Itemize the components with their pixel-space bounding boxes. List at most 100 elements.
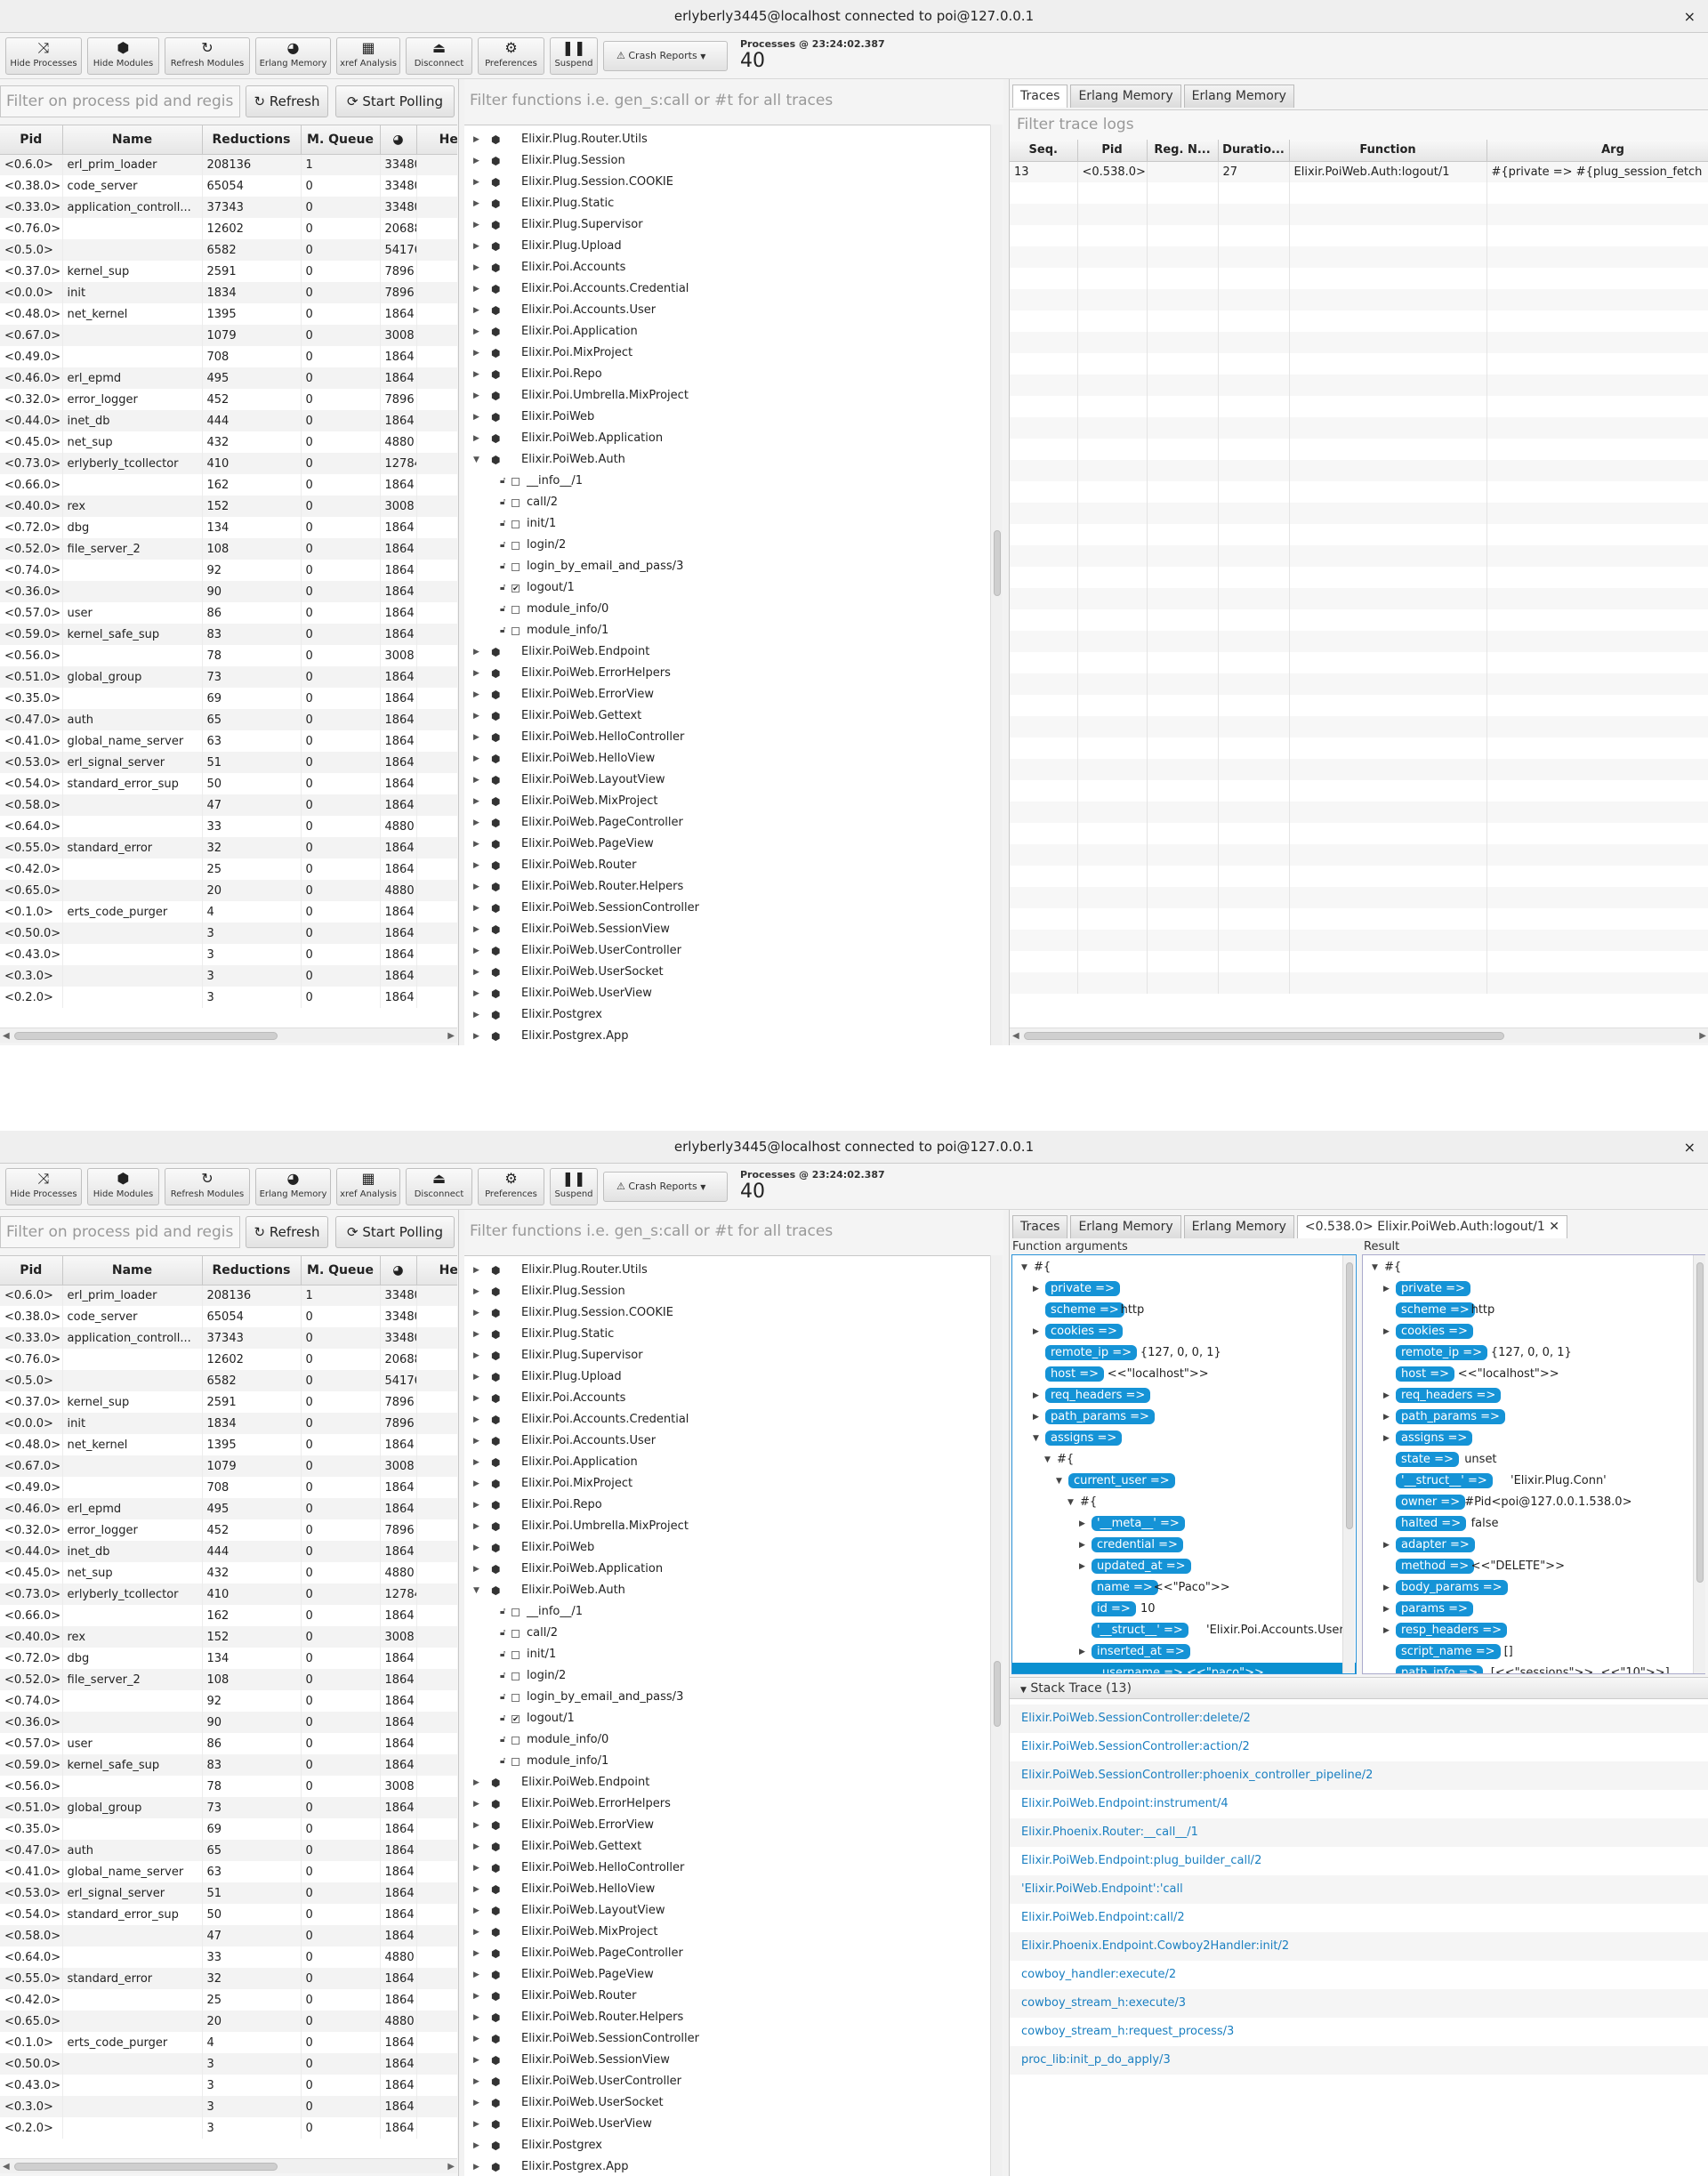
chevron-right-icon[interactable]: ▶ bbox=[473, 1922, 479, 1943]
chevron-right-icon[interactable]: ▶ bbox=[473, 1559, 479, 1580]
tree-module-item[interactable]: ▶ ⬢ Elixir.Poi.Accounts.User bbox=[464, 300, 1002, 321]
table-row[interactable]: <0.56.0> 78 0 3008 bbox=[0, 1776, 457, 1797]
table-row[interactable]: <0.55.0> standard_error 32 0 1864 bbox=[0, 1968, 457, 1989]
chevron-right-icon[interactable]: ▶ bbox=[473, 748, 479, 770]
chevron-right-icon[interactable]: ▶ bbox=[473, 876, 479, 898]
table-row[interactable]: <0.37.0> kernel_sup 2591 0 7896 bbox=[0, 261, 457, 282]
chevron-right-icon[interactable]: ▶ bbox=[473, 1815, 479, 1836]
table-row[interactable]: <0.66.0> 162 0 1864 bbox=[0, 1605, 457, 1626]
table-row[interactable]: <0.43.0> 3 0 1864 bbox=[0, 944, 457, 965]
stack-trace-link[interactable]: cowboy_stream_h:request_process/3 bbox=[1010, 2018, 1708, 2046]
chevron-down-icon[interactable]: ▼ bbox=[1372, 1257, 1378, 1278]
chevron-right-icon[interactable]: ▶ bbox=[473, 2071, 479, 2092]
trace-checkbox[interactable] bbox=[512, 1608, 520, 1616]
tree-module-item[interactable]: ▶ ⬢ Elixir.Postgrex bbox=[464, 2135, 1002, 2156]
table-row[interactable]: <0.1.0> erts_code_purger 4 0 1864 bbox=[0, 901, 457, 923]
chevron-down-icon[interactable]: ▼ bbox=[1033, 1428, 1039, 1449]
chevron-right-icon[interactable]: ▶ bbox=[473, 1772, 479, 1793]
column-header[interactable]: Heap bbox=[416, 125, 457, 155]
tree-module-item[interactable]: ▶ ⬢ Elixir.PoiWeb.PageView bbox=[464, 834, 1002, 855]
chevron-right-icon[interactable]: ▶ bbox=[473, 2092, 479, 2114]
tree-module-item[interactable]: ▶ ⬢ Elixir.PoiWeb.MixProject bbox=[464, 1922, 1002, 1943]
trace-checkbox[interactable] bbox=[512, 1651, 520, 1659]
chevron-right-icon[interactable]: ▶ bbox=[473, 2007, 479, 2028]
tree-node[interactable]: ▼ #{ bbox=[1012, 1449, 1356, 1471]
table-row[interactable]: <0.32.0> error_logger 452 0 7896 bbox=[0, 1519, 457, 1541]
horizontal-scrollbar[interactable]: ◀ ▶ bbox=[1010, 1028, 1708, 1043]
close-icon[interactable]: × bbox=[1684, 1131, 1696, 1164]
column-header[interactable]: Reductions bbox=[202, 1256, 302, 1285]
chevron-right-icon[interactable]: ▶ bbox=[473, 1026, 479, 1045]
tree-module-item[interactable]: ▶ ⬢ Elixir.PoiWeb.HelloView bbox=[464, 1879, 1002, 1900]
toolbar-button-erlang-memory[interactable]: ◕ Erlang Memory bbox=[255, 1168, 331, 1205]
chevron-right-icon[interactable]: ▶ bbox=[473, 641, 479, 663]
tree-module-item[interactable]: ▶ ⬢ Elixir.PoiWeb.UserSocket bbox=[464, 962, 1002, 983]
column-header[interactable]: M. Queue bbox=[301, 1256, 381, 1285]
tab-2[interactable]: Erlang Memory bbox=[1183, 1215, 1294, 1238]
table-row[interactable]: <0.52.0> file_server_2 108 0 1864 bbox=[0, 538, 457, 560]
chevron-right-icon[interactable]: ▶ bbox=[1383, 1321, 1390, 1342]
tree-node[interactable]: ▶ adapter => bbox=[1363, 1535, 1704, 1556]
tree-module-item[interactable]: ▶ ⬢ Elixir.PoiWeb bbox=[464, 1537, 1002, 1559]
column-header[interactable]: Reg. N... bbox=[1147, 140, 1219, 162]
table-row[interactable]: <0.0.0> init 1834 0 7896 bbox=[0, 1413, 457, 1434]
chevron-right-icon[interactable]: ▶ bbox=[473, 1324, 479, 1345]
chevron-right-icon[interactable]: ▶ bbox=[473, 150, 479, 172]
table-row[interactable]: <0.43.0> 3 0 1864 bbox=[0, 2075, 457, 2096]
tree-module-item[interactable]: ▶ ⬢ Elixir.PoiWeb.UserController bbox=[464, 940, 1002, 962]
chevron-right-icon[interactable]: ▶ bbox=[473, 855, 479, 876]
table-row[interactable]: <0.49.0> 708 0 1864 bbox=[0, 1477, 457, 1498]
table-row[interactable]: <0.0.0> init 1834 0 7896 bbox=[0, 282, 457, 303]
tree-function-item[interactable]: 🔓︎ module_info/0 bbox=[464, 1729, 1002, 1751]
table-row[interactable]: <0.52.0> file_server_2 108 0 1864 bbox=[0, 1669, 457, 1690]
table-row[interactable]: <0.40.0> rex 152 0 3008 bbox=[0, 496, 457, 517]
chevron-right-icon[interactable]: ▶ bbox=[1079, 1513, 1085, 1535]
table-row[interactable]: <0.2.0> 3 0 1864 bbox=[0, 2117, 457, 2139]
tree-function-item[interactable]: 🔓︎ login/2 bbox=[464, 1665, 1002, 1687]
stack-trace-link[interactable]: Elixir.PoiWeb.SessionController:phoenix_… bbox=[1010, 1761, 1708, 1790]
column-header[interactable]: Pid bbox=[0, 1256, 63, 1285]
tree-module-item[interactable]: ▶ ⬢ Elixir.PoiWeb.HelloController bbox=[464, 1858, 1002, 1879]
tree-function-item[interactable]: 🔓︎ login_by_email_and_pass/3 bbox=[464, 1687, 1002, 1708]
tree-module-item[interactable]: ▶ ⬢ Elixir.Plug.Static bbox=[464, 1324, 1002, 1345]
tree-module-item[interactable]: ▶ ⬢ Elixir.Plug.Router.Utils bbox=[464, 129, 1002, 150]
tab-1[interactable]: Erlang Memory bbox=[1070, 85, 1181, 108]
table-row[interactable]: <0.76.0> 12602020688 bbox=[0, 218, 457, 239]
table-row[interactable]: <0.45.0> net_sup 432 0 4880 bbox=[0, 1562, 457, 1584]
chevron-right-icon[interactable]: ▶ bbox=[1383, 1428, 1390, 1449]
column-header[interactable]: Reductions bbox=[202, 125, 302, 155]
function-filter-input[interactable]: Filter functions i.e. gen_s:call or #t f… bbox=[464, 1216, 1003, 1248]
tree-module-item[interactable]: ▶ ⬢ Elixir.PoiWeb.Router.Helpers bbox=[464, 2007, 1002, 2028]
chevron-right-icon[interactable]: ▶ bbox=[473, 962, 479, 983]
tree-node[interactable]: '__struct__' => 'Elixir.Plug.Conn' bbox=[1363, 1471, 1704, 1492]
tree-node[interactable]: ▼ current_user => bbox=[1012, 1471, 1356, 1492]
chevron-right-icon[interactable]: ▶ bbox=[473, 663, 479, 684]
chevron-right-icon[interactable]: ▶ bbox=[473, 727, 479, 748]
tab-2[interactable]: Erlang Memory bbox=[1183, 85, 1294, 108]
tree-function-item[interactable]: 🔓︎ __info__/1 bbox=[464, 471, 1002, 492]
tree-module-item[interactable]: ▶ ⬢ Elixir.Plug.Session.COOKIE bbox=[464, 172, 1002, 193]
tree-module-item[interactable]: ▶ ⬢ Elixir.PoiWeb.ErrorView bbox=[464, 1815, 1002, 1836]
chevron-right-icon[interactable]: ▶ bbox=[473, 940, 479, 962]
trace-filter-input[interactable]: Filter trace logs bbox=[1010, 109, 1708, 140]
process-filter-input[interactable]: Filter on process pid and regis bbox=[0, 1216, 240, 1248]
tree-function-item[interactable]: 🔓︎ init/1 bbox=[464, 513, 1002, 535]
tree-module-item[interactable]: ▶ ⬢ Elixir.Plug.Supervisor bbox=[464, 1345, 1002, 1366]
trace-checkbox[interactable] bbox=[512, 1672, 520, 1680]
chevron-right-icon[interactable]: ▶ bbox=[473, 236, 479, 257]
tree-function-item[interactable]: 🔓︎ module_info/0 bbox=[464, 599, 1002, 620]
horizontal-scrollbar[interactable]: ◀ ▶ bbox=[0, 1028, 457, 1043]
tree-module-item[interactable]: ▶ ⬢ Elixir.Plug.Static bbox=[464, 193, 1002, 214]
trace-checkbox[interactable]: ✔ bbox=[512, 584, 520, 593]
tree-module-item[interactable]: ▶ ⬢ Elixir.Poi.Accounts bbox=[464, 257, 1002, 278]
chevron-right-icon[interactable]: ▶ bbox=[1383, 1406, 1390, 1428]
tree-module-item[interactable]: ▶ ⬢ Elixir.PoiWeb.Endpoint bbox=[464, 1772, 1002, 1793]
column-header[interactable]: ◕ bbox=[380, 1256, 417, 1285]
tree-module-item[interactable]: ▶ ⬢ Elixir.PoiWeb.PageController bbox=[464, 1943, 1002, 1964]
tree-module-item[interactable]: ▶ ⬢ Elixir.Poi.MixProject bbox=[464, 343, 1002, 364]
table-row[interactable]: <0.42.0> 25 0 1864 bbox=[0, 858, 457, 880]
tree-function-item[interactable]: 🔓︎ init/1 bbox=[464, 1644, 1002, 1665]
chevron-right-icon[interactable]: ▶ bbox=[473, 1943, 479, 1964]
stack-trace-header[interactable]: ▼ Stack Trace (13) bbox=[1010, 1678, 1708, 1699]
tree-module-item[interactable]: ▶ ⬢ Elixir.PoiWeb.HelloView bbox=[464, 748, 1002, 770]
